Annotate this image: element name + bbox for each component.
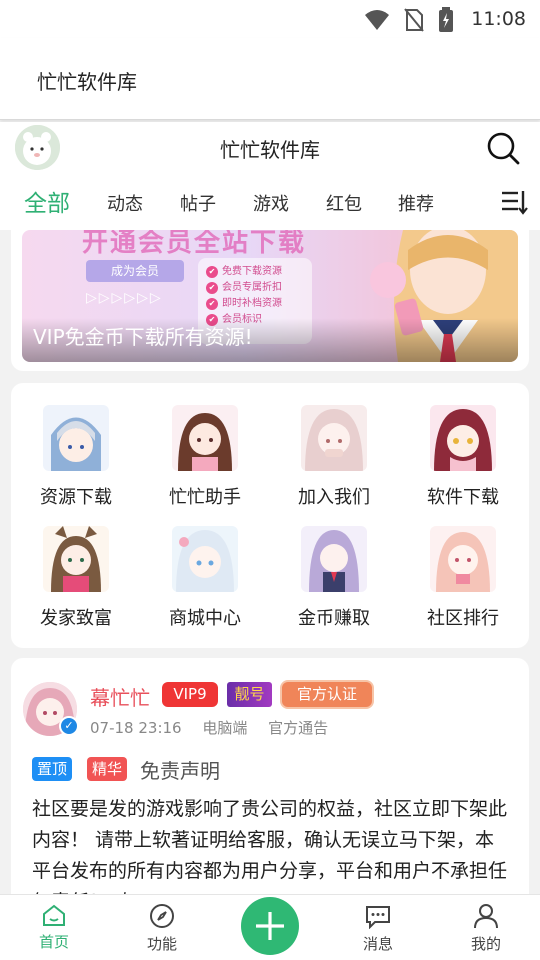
status-bar: 11:08 [0, 0, 540, 38]
nav-home[interactable]: 首页 [24, 903, 84, 952]
post-category: 官方通告 [268, 719, 329, 737]
nav-profile[interactable]: 我的 [456, 903, 516, 954]
grid-label: 社区排行 [427, 608, 499, 629]
status-time: 11:08 [471, 8, 526, 30]
post-title[interactable]: 免责声明 [140, 755, 220, 784]
grid-icon [172, 405, 238, 471]
tab-all[interactable]: 全部 [24, 184, 70, 218]
tab-dynamic[interactable]: 动态 [107, 190, 143, 216]
app-title-bar: 忙忙软件库 [0, 38, 540, 120]
grid-icon [430, 526, 496, 592]
tab-games[interactable]: 游戏 [253, 190, 289, 216]
nav-functions[interactable]: 功能 [132, 903, 192, 954]
nav-label: 功能 [146, 935, 177, 953]
wifi-icon [365, 10, 389, 30]
nav-label: 我的 [470, 935, 501, 953]
grid-icon [43, 526, 109, 592]
tab-red-packet[interactable]: 红包 [326, 190, 362, 216]
nav-label: 首页 [38, 933, 69, 951]
compass-icon [150, 904, 174, 928]
pretty-number-badge: 靓号 [227, 682, 272, 707]
post-author-avatar[interactable]: ✓ [23, 682, 79, 736]
grid-label: 资源下载 [40, 487, 112, 508]
grid-label: 加入我们 [298, 487, 370, 508]
banner-benefit: 免费下载资源 [206, 264, 304, 280]
post-meta: 07-18 23:16 电脑端 官方通告 [90, 717, 344, 738]
grid-item-community-rank[interactable]: 社区排行 [413, 526, 513, 636]
banner-caption: VIP免金币下载所有资源! [22, 318, 518, 362]
battery-charging-icon [439, 7, 453, 32]
grid-label: 软件下载 [427, 487, 499, 508]
status-icons [364, 7, 454, 33]
grid-item-software-download[interactable]: 软件下载 [413, 405, 513, 515]
official-verified-badge: 官方认证 [282, 682, 372, 707]
banner-caption-text: VIP免金币下载所有资源! [33, 325, 253, 349]
grid-icon [301, 405, 367, 471]
message-icon [366, 906, 390, 929]
tabs-sort-icon[interactable] [500, 188, 528, 216]
grid-item-join-us[interactable]: 加入我们 [284, 405, 384, 515]
banner-card: 开通会员全站下载 成为会员 ▷▷▷▷▷▷ 免费下载资源 会员专属折扣 即时补档资… [11, 225, 529, 371]
grid-icon [172, 526, 238, 592]
grid-item-mall[interactable]: 商城中心 [155, 526, 255, 636]
header: 忙忙软件库 全部 动态 帖子 游戏 红包 推荐 [0, 122, 540, 230]
feature-grid: 资源下载 忙忙助手 加入我们 软件下载 发家致富 商城中心 金币赚取 社区排行 [11, 383, 529, 648]
user-icon [474, 904, 498, 929]
post-date: 07-18 23:16 [90, 719, 182, 737]
grid-item-earn-coins[interactable]: 金币赚取 [284, 526, 384, 636]
tab-recommend[interactable]: 推荐 [398, 190, 434, 216]
vip-banner[interactable]: 开通会员全站下载 成为会员 ▷▷▷▷▷▷ 免费下载资源 会员专属折扣 即时补档资… [22, 230, 518, 362]
post-author-name[interactable]: 幕忙忙 [90, 682, 150, 711]
home-icon [43, 904, 65, 926]
grid-icon [430, 405, 496, 471]
banner-vip-tag: 成为会员 [86, 260, 184, 282]
header-title: 忙忙软件库 [220, 138, 320, 162]
grid-icon [43, 405, 109, 471]
no-sim-icon [404, 8, 424, 32]
grid-label: 忙忙助手 [169, 487, 241, 508]
tab-posts[interactable]: 帖子 [180, 190, 216, 216]
banner-headline: 开通会员全站下载 [82, 230, 307, 258]
app-title: 忙忙软件库 [37, 70, 137, 94]
grid-label: 商城中心 [169, 608, 241, 629]
add-post-button[interactable] [241, 897, 299, 955]
grid-item-resource-download[interactable]: 资源下载 [26, 405, 126, 515]
search-icon[interactable] [486, 131, 520, 165]
grid-item-get-rich[interactable]: 发家致富 [26, 526, 126, 636]
grid-icon [301, 526, 367, 592]
grid-label: 发家致富 [40, 608, 112, 629]
featured-tag: 精华 [87, 757, 128, 781]
plus-icon [256, 912, 284, 940]
category-tabs: 全部 动态 帖子 游戏 红包 推荐 [0, 184, 540, 224]
vip-level-badge: VIP9 [162, 682, 218, 707]
nav-messages[interactable]: 消息 [348, 903, 408, 954]
verified-icon: ✓ [59, 716, 79, 736]
pinned-tag: 置顶 [32, 757, 73, 781]
grid-item-helper[interactable]: 忙忙助手 [155, 405, 255, 515]
post-body[interactable]: 社区要是发的游戏影响了贵公司的权益，社区立即下架此内容！ 请带上软著证明给客服，… [32, 794, 512, 894]
post-device: 电脑端 [202, 719, 248, 737]
banner-benefit: 即时补档资源 [206, 296, 304, 312]
bottom-nav: 首页 功能 消息 我的 [0, 894, 540, 960]
nav-label: 消息 [362, 935, 393, 953]
grid-label: 金币赚取 [298, 608, 370, 629]
banner-benefit: 会员专属折扣 [206, 280, 304, 296]
banner-arrows: ▷▷▷▷▷▷ [86, 290, 163, 306]
